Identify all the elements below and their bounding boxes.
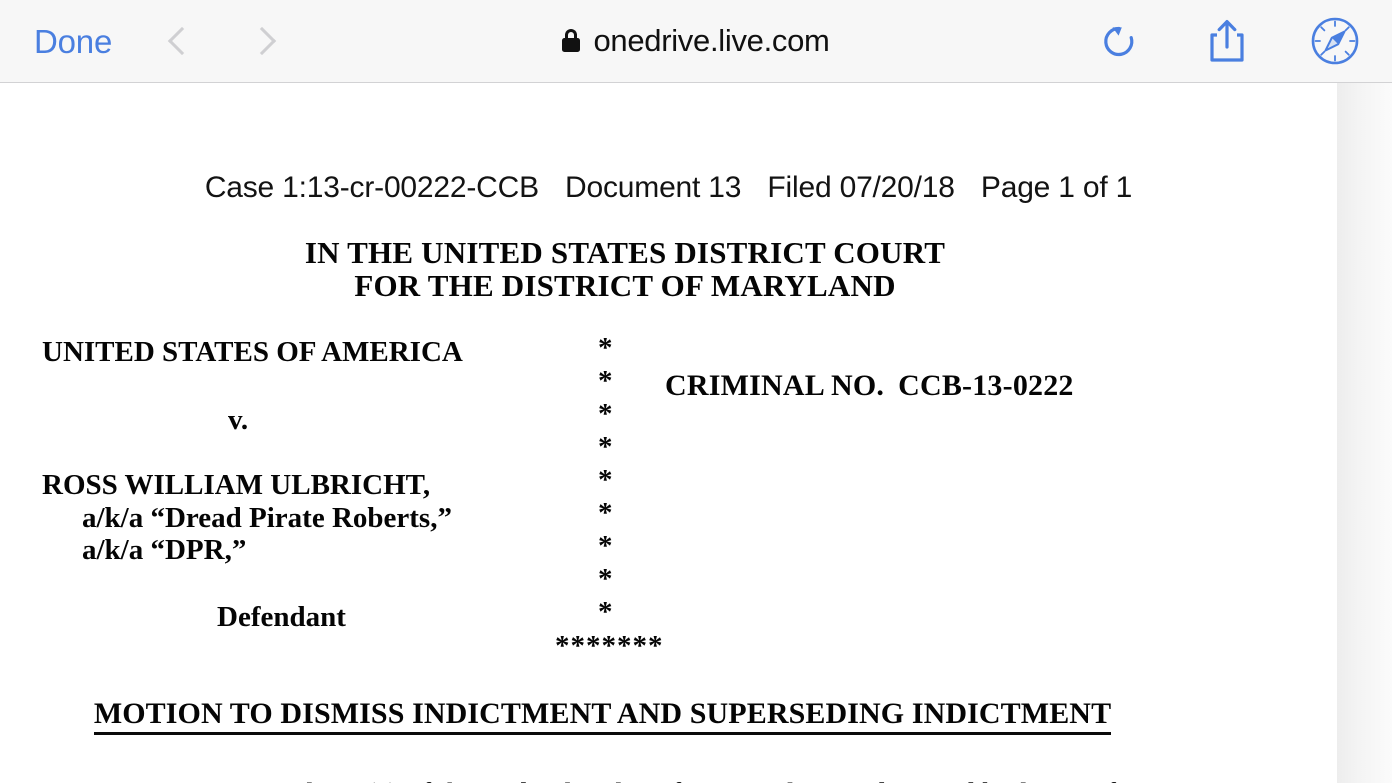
chevron-left-icon[interactable] bbox=[162, 19, 196, 63]
caption-star: * bbox=[598, 596, 613, 628]
caption-star: * bbox=[598, 332, 613, 364]
court-heading-line-2: FOR THE DISTRICT OF MARYLAND bbox=[354, 268, 896, 303]
caption-star: * bbox=[598, 563, 613, 595]
lock-icon bbox=[562, 29, 581, 53]
court-heading: IN THE UNITED STATES DISTRICT COURT FOR … bbox=[0, 236, 1250, 302]
court-heading-line-1: IN THE UNITED STATES DISTRICT COURT bbox=[304, 235, 946, 270]
ecf-filed-date: Filed 07/20/18 bbox=[767, 171, 955, 204]
caption-star: * bbox=[598, 398, 613, 430]
url-text: onedrive.live.com bbox=[593, 23, 830, 58]
document-page: Case 1:13-cr-00222-CCB Document 13 Filed… bbox=[0, 83, 1337, 783]
caption-star: * bbox=[598, 431, 613, 463]
motion-title: MOTION TO DISMISS INDICTMENT AND SUPERSE… bbox=[0, 697, 1205, 735]
body-line-1: Pursuant to Rule 48(a) of the Federal Ru… bbox=[28, 777, 1116, 783]
defendant-name: ROSS WILLIAM ULBRICHT, bbox=[42, 469, 431, 501]
safari-compass-icon[interactable] bbox=[1304, 13, 1366, 69]
caption-star: * bbox=[598, 365, 613, 397]
document-page-gutter bbox=[1337, 83, 1392, 783]
plaintiff-name: UNITED STATES OF AMERICA bbox=[42, 336, 463, 368]
ecf-stamp-header: Case 1:13-cr-00222-CCB Document 13 Filed… bbox=[0, 171, 1337, 205]
reload-icon[interactable] bbox=[1088, 13, 1150, 69]
criminal-number-label: CRIMINAL NO. bbox=[665, 369, 885, 402]
toolbar-right-group bbox=[1088, 13, 1366, 69]
criminal-number: CRIMINAL NO. CCB-13-0222 bbox=[665, 369, 1074, 403]
caption-star-column: * * * * * * * * * bbox=[598, 333, 638, 630]
caption-star: * bbox=[598, 497, 613, 529]
defendant-role-label: Defendant bbox=[217, 601, 346, 633]
toolbar-left-group: Done bbox=[34, 19, 282, 63]
done-button[interactable]: Done bbox=[34, 25, 112, 58]
motion-body-paragraph: Pursuant to Rule 48(a) of the Federal Ru… bbox=[28, 761, 1178, 783]
motion-title-text: MOTION TO DISMISS INDICTMENT AND SUPERSE… bbox=[93, 697, 1112, 735]
browser-toolbar: Done onedrive.live.com bbox=[0, 0, 1392, 83]
share-icon[interactable] bbox=[1196, 13, 1258, 69]
case-caption: UNITED STATES OF AMERICA v. ROSS WILLIAM… bbox=[0, 333, 1337, 663]
ecf-case-number: Case 1:13-cr-00222-CCB bbox=[204, 171, 539, 204]
chevron-right-icon[interactable] bbox=[248, 19, 282, 63]
versus-label: v. bbox=[228, 404, 249, 436]
ecf-document-number: Document 13 bbox=[565, 171, 742, 204]
caption-star-row: ******* bbox=[555, 630, 664, 662]
ecf-page-number: Page 1 of 1 bbox=[980, 171, 1133, 204]
criminal-number-value: CCB-13-0222 bbox=[898, 369, 1074, 402]
caption-star: * bbox=[598, 530, 613, 562]
caption-star: * bbox=[598, 464, 613, 496]
defendant-alias-1: a/k/a “Dread Pirate Roberts,” bbox=[82, 502, 452, 534]
document-viewport[interactable]: Case 1:13-cr-00222-CCB Document 13 Filed… bbox=[0, 83, 1392, 783]
url-display[interactable]: onedrive.live.com bbox=[562, 23, 830, 58]
navigation-arrows bbox=[162, 19, 282, 63]
defendant-alias-2: a/k/a “DPR,” bbox=[82, 534, 247, 566]
